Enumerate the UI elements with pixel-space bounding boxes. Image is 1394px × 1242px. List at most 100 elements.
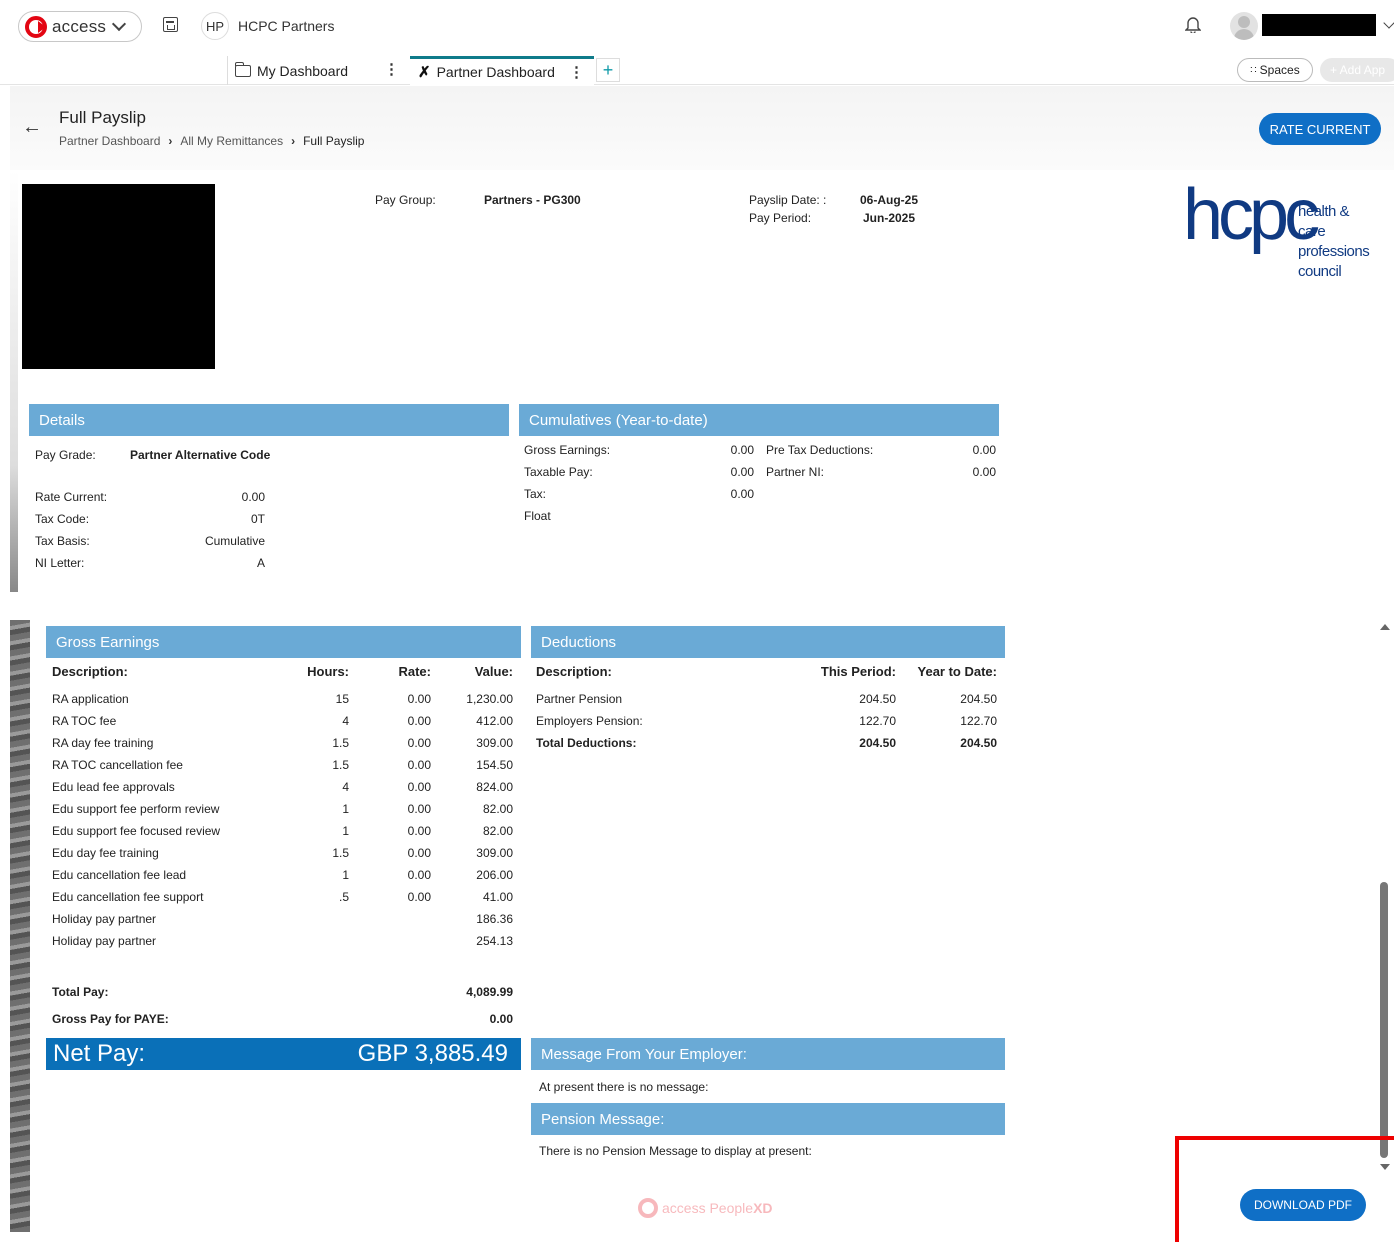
chevron-down-icon[interactable] xyxy=(1383,17,1394,29)
chevron-down-icon xyxy=(112,16,127,31)
scroll-up-arrow-icon[interactable] xyxy=(1380,624,1390,630)
earnings-rate: 0.00 xyxy=(407,758,431,772)
pension-message-text: There is no Pension Message to display a… xyxy=(539,1144,812,1158)
cumulative-label: Float xyxy=(524,509,551,523)
back-arrow-icon[interactable]: ← xyxy=(22,116,42,139)
earnings-description: Edu day fee training xyxy=(52,846,159,860)
org-badge[interactable]: HP xyxy=(201,12,229,40)
tab-bar: My Dashboard ⋮ ✗ Partner Dashboard ⋮ + xyxy=(0,52,1394,85)
add-tab-button[interactable]: + xyxy=(596,58,620,82)
page-header: ← Full Payslip Partner Dashboard › All M… xyxy=(10,86,1394,170)
org-name[interactable]: HCPC Partners xyxy=(238,18,334,34)
payslip-date-label: Payslip Date: : xyxy=(749,193,827,207)
deduction-description: Employers Pension: xyxy=(536,714,643,728)
details-label: Tax Basis: xyxy=(35,534,90,548)
earnings-value: 309.00 xyxy=(476,846,513,860)
earnings-col-hours: Hours: xyxy=(307,664,349,679)
earnings-hours: 1.5 xyxy=(332,846,349,860)
earnings-description: RA day fee training xyxy=(52,736,154,750)
breadcrumb-all-my-remittances[interactable]: All My Remittances xyxy=(180,134,283,148)
pay-grade-value: Partner Alternative Code xyxy=(130,448,271,462)
details-value: Cumulative xyxy=(204,534,265,548)
net-pay-bar: Net Pay: GBP 3,885.49 xyxy=(46,1038,521,1070)
total-pay-label: Total Pay: xyxy=(52,985,109,999)
x-logo-icon: ✗ xyxy=(418,64,431,81)
deduction-year-to-date: 204.50 xyxy=(960,692,997,706)
earnings-value: 412.00 xyxy=(476,714,513,728)
earnings-description: Edu support fee perform review xyxy=(52,802,220,816)
bell-icon[interactable] xyxy=(1185,15,1201,33)
details-label: Rate Current: xyxy=(35,490,108,504)
cumulative-value: 0.00 xyxy=(730,443,754,457)
rate-current-button[interactable]: RATE CURRENT xyxy=(1259,113,1381,145)
breadcrumb-partner-dashboard[interactable]: Partner Dashboard xyxy=(59,134,160,148)
access-logo-icon xyxy=(638,1198,658,1218)
pay-period-value: Jun-2025 xyxy=(863,211,916,225)
tab-partner-dashboard[interactable]: ✗ Partner Dashboard ⋮ xyxy=(410,56,594,85)
tab-menu-icon[interactable]: ⋮ xyxy=(384,60,399,78)
details-value: 0T xyxy=(250,512,265,526)
details-value: A xyxy=(256,556,265,570)
earnings-value: 309.00 xyxy=(476,736,513,750)
earnings-value: 1,230.00 xyxy=(466,692,513,706)
deduction-this-period: 122.70 xyxy=(859,714,896,728)
earnings-hours: 1 xyxy=(342,824,349,838)
scrollbar-thumb[interactable] xyxy=(1380,882,1388,1158)
deductions-col-description: Description: xyxy=(536,664,612,679)
earnings-value: 206.00 xyxy=(476,868,513,882)
spaces-label: Spaces xyxy=(1259,63,1300,77)
cumulative-value: 0.00 xyxy=(730,487,754,501)
cumulative-label: Gross Earnings: xyxy=(524,443,611,457)
earnings-hours: 1 xyxy=(342,868,349,882)
earnings-description: RA application xyxy=(52,692,129,706)
deductions-header: Deductions xyxy=(531,626,1005,658)
earnings-rate: 0.00 xyxy=(407,736,431,750)
earnings-hours: 4 xyxy=(342,780,349,794)
footer-product-suffix: XD xyxy=(753,1200,773,1216)
earnings-description: Edu cancellation fee lead xyxy=(52,868,187,882)
app-switcher[interactable]: access xyxy=(18,11,142,42)
tab-my-dashboard[interactable]: My Dashboard ⋮ xyxy=(227,56,409,85)
deduction-this-period: 204.50 xyxy=(859,736,896,750)
spaces-button[interactable]: ∷ Spaces xyxy=(1237,58,1313,82)
deduction-this-period: 204.50 xyxy=(859,692,896,706)
details-value: 0.00 xyxy=(241,490,265,504)
deductions-col-year-to-date: Year to Date: xyxy=(917,664,997,679)
earnings-hours: 15 xyxy=(335,692,349,706)
earnings-value: 154.50 xyxy=(476,758,513,772)
chevron-right-icon: › xyxy=(168,134,173,148)
earnings-value: 824.00 xyxy=(476,780,513,794)
calendar-icon[interactable] xyxy=(163,17,178,32)
avatar[interactable] xyxy=(1230,12,1258,40)
earnings-rate: 0.00 xyxy=(407,714,431,728)
deduction-year-to-date: 204.50 xyxy=(960,736,997,750)
details-header: Details xyxy=(29,404,509,436)
earnings-value: 254.13 xyxy=(476,934,513,948)
earnings-rate: 0.00 xyxy=(407,890,431,904)
earnings-rate: 0.00 xyxy=(407,780,431,794)
page-title: Full Payslip xyxy=(59,108,146,127)
employer-message-header: Message From Your Employer: xyxy=(531,1038,1005,1070)
user-name-redacted[interactable] xyxy=(1262,14,1376,36)
tab-label: Partner Dashboard xyxy=(436,64,555,80)
cumulative-label: Pre Tax Deductions: xyxy=(766,443,874,457)
tab-menu-icon[interactable]: ⋮ xyxy=(569,63,584,81)
add-app-button[interactable]: + Add App xyxy=(1320,58,1394,82)
pay-group-label: Pay Group: xyxy=(375,193,436,207)
earnings-rate: 0.00 xyxy=(407,802,431,816)
cumulative-value: 0.00 xyxy=(730,465,754,479)
hcpc-logo: hcpc health & care professions council xyxy=(1183,175,1373,280)
details-label: Tax Code: xyxy=(35,512,90,526)
employer-message-text: At present there is no message: xyxy=(539,1080,709,1094)
deduction-year-to-date: 122.70 xyxy=(960,714,997,728)
cumulative-label: Partner NI: xyxy=(766,465,825,479)
cumulative-label: Taxable Pay: xyxy=(524,465,593,479)
logo-wordmark: hcpc xyxy=(1183,175,1320,255)
gross-pay-paye-label: Gross Pay for PAYE: xyxy=(52,1012,169,1026)
earnings-description: Holiday pay partner xyxy=(52,912,157,926)
earnings-description: Edu cancellation fee support xyxy=(52,890,204,904)
logo-subtitle: health & care professions council xyxy=(1298,202,1373,282)
cumulative-value: 0.00 xyxy=(972,465,996,479)
download-pdf-button[interactable]: DOWNLOAD PDF xyxy=(1240,1189,1366,1221)
cumulative-label: Tax: xyxy=(524,487,547,501)
